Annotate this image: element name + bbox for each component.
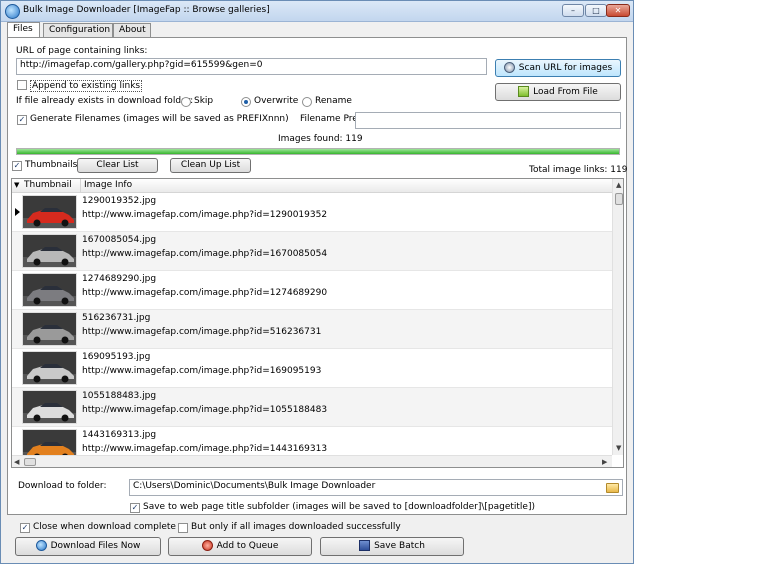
add-to-queue-label: Add to Queue — [216, 541, 279, 551]
grid-rows: 1290019352.jpg http://www.imagefap.com/im… — [12, 193, 612, 466]
window-title: Bulk Image Downloader [ImageFap :: Brows… — [23, 5, 270, 15]
image-url: http://www.imagefap.com/image.php?id=144… — [82, 444, 328, 454]
vertical-scroll-thumb[interactable] — [615, 193, 623, 205]
close-button[interactable]: ✕ — [606, 4, 630, 17]
tab-files[interactable]: Files — [7, 22, 40, 38]
download-folder-input[interactable]: C:\Users\Dominic\Documents\Bulk Image Do… — [129, 479, 623, 496]
scan-url-button[interactable]: Scan URL for images — [495, 59, 621, 77]
minimize-button[interactable]: – — [562, 4, 584, 17]
scroll-down-icon[interactable]: ▼ — [616, 444, 621, 452]
image-url: http://www.imagefap.com/image.php?id=127… — [82, 288, 328, 298]
car-thumbnail[interactable] — [22, 390, 77, 424]
load-from-file-button[interactable]: Load From File — [495, 83, 621, 101]
download-files-now-button[interactable]: Download Files Now — [15, 537, 161, 556]
scroll-up-icon[interactable]: ▲ — [616, 181, 621, 189]
table-row[interactable]: 1290019352.jpg http://www.imagefap.com/im… — [12, 193, 612, 232]
car-thumbnail[interactable] — [22, 234, 77, 268]
skip-label: Skip — [194, 96, 214, 106]
current-row-indicator-icon — [15, 208, 20, 216]
car-thumbnail[interactable] — [22, 312, 77, 346]
column-divider — [80, 179, 81, 192]
scan-progress-bar — [16, 148, 620, 155]
tab-configuration[interactable]: Configuration — [43, 23, 113, 38]
prefix-input[interactable] — [355, 112, 621, 129]
grid-header: ▼ Thumbnail Image Info — [12, 179, 612, 193]
save-disk-icon — [359, 540, 371, 551]
overwrite-radio[interactable] — [241, 97, 251, 107]
image-filename: 1443169313.jpg — [82, 430, 157, 440]
clear-list-button[interactable]: Clear List — [77, 158, 158, 173]
append-label: Append to existing links — [30, 80, 143, 92]
table-row[interactable]: 1055188483.jpg http://www.imagefap.com/im… — [12, 388, 612, 427]
column-thumbnail[interactable]: Thumbnail — [24, 180, 72, 190]
car-thumbnail[interactable] — [22, 195, 77, 229]
rename-radio[interactable] — [302, 97, 312, 107]
image-url: http://www.imagefap.com/image.php?id=169… — [82, 366, 322, 376]
thumbnails-label: Thumbnails — [25, 160, 78, 170]
browse-folder-icon[interactable] — [606, 483, 619, 493]
queue-icon — [201, 540, 213, 551]
table-row[interactable]: 1670085054.jpg http://www.imagefap.com/im… — [12, 232, 612, 271]
scroll-right-icon[interactable]: ▶ — [602, 458, 607, 466]
image-filename: 1055188483.jpg — [82, 391, 157, 401]
table-row[interactable]: 169095193.jpg http://www.imagefap.com/ima… — [12, 349, 612, 388]
download-folder-label: Download to folder: — [18, 481, 107, 491]
overwrite-label: Overwrite — [254, 96, 299, 106]
scan-icon — [503, 62, 515, 73]
vertical-scrollbar[interactable]: ▲ ▼ — [612, 179, 623, 455]
car-thumbnail[interactable] — [22, 273, 77, 307]
main-window: Bulk Image Downloader [ImageFap :: Brows… — [0, 0, 634, 564]
subfolder-label: Save to web page title subfolder (images… — [143, 502, 535, 512]
only-if-success-checkbox[interactable] — [178, 523, 188, 533]
close-when-complete-checkbox[interactable]: ✓ — [20, 523, 30, 533]
image-filename: 1274689290.jpg — [82, 274, 157, 284]
generate-filenames-label: Generate Filenames (images will be saved… — [30, 114, 289, 124]
subfolder-checkbox[interactable]: ✓ — [130, 503, 140, 513]
images-found-label: Images found: 119 — [278, 134, 363, 144]
table-row[interactable]: 1274689290.jpg http://www.imagefap.com/im… — [12, 271, 612, 310]
append-checkbox[interactable] — [17, 80, 27, 90]
image-url: http://www.imagefap.com/image.php?id=516… — [82, 327, 322, 337]
save-batch-button[interactable]: Save Batch — [320, 537, 464, 556]
app-globe-icon — [5, 4, 20, 19]
thumbnails-checkbox[interactable]: ✓ — [12, 161, 22, 171]
image-url: http://www.imagefap.com/image.php?id=167… — [82, 249, 328, 259]
folder-icon — [518, 86, 530, 97]
horizontal-scroll-thumb[interactable] — [24, 458, 36, 466]
image-filename: 169095193.jpg — [82, 352, 151, 362]
rename-label: Rename — [315, 96, 352, 106]
skip-radio[interactable] — [181, 97, 191, 107]
exists-label: If file already exists in download folde… — [16, 96, 194, 106]
car-thumbnail[interactable] — [22, 351, 77, 385]
column-image-info[interactable]: Image Info — [84, 180, 132, 190]
table-row[interactable]: 516236731.jpg http://www.imagefap.com/ima… — [12, 310, 612, 349]
image-url: http://www.imagefap.com/image.php?id=105… — [82, 405, 328, 415]
only-if-success-label: But only if all images downloaded succes… — [191, 522, 401, 532]
url-label: URL of page containing links: — [16, 46, 148, 56]
title-bar[interactable]: Bulk Image Downloader [ImageFap :: Brows… — [1, 1, 633, 22]
image-url: http://www.imagefap.com/image.php?id=129… — [82, 210, 328, 220]
image-filename: 516236731.jpg — [82, 313, 151, 323]
close-when-complete-label: Close when download complete — [33, 522, 176, 532]
progress-fill — [17, 149, 619, 154]
add-to-queue-button[interactable]: Add to Queue — [168, 537, 312, 556]
files-panel: URL of page containing links: http://ima… — [7, 37, 627, 515]
scan-url-label: Scan URL for images — [518, 63, 613, 73]
tab-about[interactable]: About — [113, 23, 151, 38]
maximize-button[interactable]: □ — [585, 4, 607, 17]
download-files-now-label: Download Files Now — [50, 541, 141, 551]
generate-filenames-checkbox[interactable]: ✓ — [17, 115, 27, 125]
image-list-grid[interactable]: ▼ Thumbnail Image Info 1290019352.jpg htt… — [11, 178, 624, 468]
image-filename: 1290019352.jpg — [82, 196, 157, 206]
load-from-file-label: Load From File — [533, 87, 598, 97]
total-links-label: Total image links: 119 — [529, 165, 628, 175]
url-input[interactable]: http://imagefap.com/gallery.php?gid=6155… — [16, 58, 487, 75]
image-filename: 1670085054.jpg — [82, 235, 157, 245]
horizontal-scrollbar[interactable]: ◀ ▶ — [12, 455, 612, 467]
download-globe-icon — [35, 540, 47, 551]
clean-up-list-button[interactable]: Clean Up List — [170, 158, 251, 173]
save-batch-label: Save Batch — [374, 541, 425, 551]
sort-arrow-icon: ▼ — [14, 181, 20, 189]
scroll-left-icon[interactable]: ◀ — [14, 458, 19, 466]
